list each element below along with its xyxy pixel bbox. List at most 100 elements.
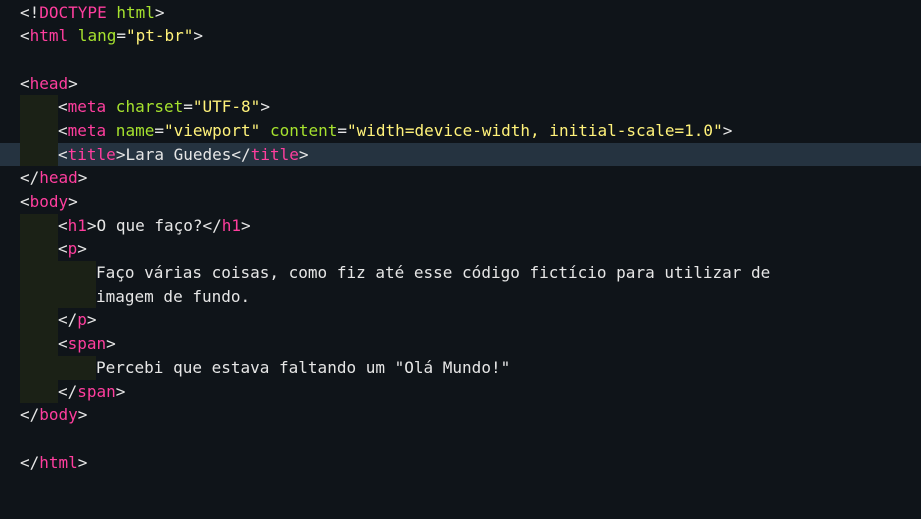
- code-token-tag: body: [29, 192, 69, 211]
- code-token-text: Faço várias coisas, como fiz até esse có…: [96, 263, 771, 283]
- indent-guide: [58, 284, 96, 309]
- code-line[interactable]: <html lang="pt-br">: [0, 24, 921, 48]
- code-token-punc: >: [77, 452, 88, 472]
- code-token-punc: >: [722, 120, 733, 140]
- code-token-tag: h1: [221, 215, 242, 235]
- code-token-punc: =: [183, 97, 193, 117]
- code-token-punc: </: [231, 144, 251, 164]
- code-line[interactable]: <!DOCTYPE html>: [0, 1, 921, 25]
- code-token-text: imagem de fundo.: [96, 286, 251, 306]
- indent-guide: [20, 261, 58, 285]
- code-token-tag: html: [29, 26, 69, 46]
- code-line-text: <!DOCTYPE html>: [20, 1, 165, 25]
- code-line[interactable]: <meta charset="UTF-8">: [0, 95, 921, 119]
- code-token-punc: </: [58, 381, 78, 401]
- indent-guide: [20, 95, 58, 119]
- code-token-punc: <: [58, 97, 68, 117]
- code-token-tag: p: [67, 239, 78, 259]
- code-token-punc: >: [115, 381, 126, 401]
- code-token-punc: >: [154, 2, 165, 22]
- code-token-punc: <: [20, 26, 30, 46]
- code-editor[interactable]: <!DOCTYPE html> <html lang="pt-br"> <head>…: [0, 0, 921, 519]
- code-token-punc: =: [337, 120, 348, 140]
- code-line[interactable]: <h1>O que faço?</h1>: [0, 213, 921, 238]
- code-token-punc: >: [86, 215, 97, 235]
- code-line[interactable]: </body>: [0, 403, 921, 427]
- code-token-punc: <: [58, 215, 68, 235]
- code-line[interactable]: <p>: [0, 237, 921, 262]
- code-line[interactable]: <head>: [0, 72, 921, 96]
- code-line-text: imagem de fundo.: [96, 285, 250, 309]
- code-line[interactable]: </span>: [0, 379, 921, 404]
- code-token-tag: DOCTYPE: [39, 2, 107, 22]
- indent-guide: [20, 284, 58, 309]
- code-token-str: "pt-br": [125, 26, 194, 46]
- code-lines: <!DOCTYPE html> <html lang="pt-br"> <head>…: [0, 1, 921, 475]
- indent-guide: [20, 379, 58, 404]
- code-token-tag: meta: [67, 97, 107, 117]
- code-token-str: "width=device-width, initial-scale=1.0": [347, 120, 723, 140]
- code-token-punc: >: [241, 215, 251, 235]
- code-token-punc: >: [77, 239, 87, 259]
- code-token-punc: <!: [20, 2, 40, 22]
- code-line-text: <span>: [58, 332, 116, 356]
- code-token-tag: span: [67, 334, 107, 354]
- code-line[interactable]: </head>: [0, 166, 921, 190]
- code-token-punc: <: [58, 334, 68, 354]
- code-line[interactable]: [0, 427, 921, 451]
- code-token-text: Lara Guedes: [125, 144, 232, 164]
- code-line-text: </p>: [58, 308, 97, 332]
- code-line-text: </span>: [58, 380, 125, 404]
- code-line-text: <body>: [20, 190, 78, 214]
- code-token-punc: </: [20, 405, 40, 425]
- code-line-text: <meta name="viewport" content="width=dev…: [58, 119, 732, 143]
- code-token-punc: =: [116, 26, 126, 46]
- code-token-tag: head: [39, 168, 78, 188]
- code-line[interactable]: </p>: [0, 308, 921, 333]
- code-token-punc: <: [58, 239, 68, 259]
- code-line[interactable]: <meta name="viewport" content="width=dev…: [0, 118, 921, 143]
- code-token-punc: </: [58, 310, 78, 330]
- code-line[interactable]: Faço várias coisas, como fiz até esse có…: [0, 261, 921, 285]
- code-line-text: <p>: [58, 237, 87, 261]
- code-token-tag: title: [67, 144, 116, 164]
- code-line[interactable]: [0, 48, 921, 72]
- code-token-tag: head: [29, 73, 69, 93]
- code-token-tag: span: [77, 381, 116, 401]
- code-token-punc: >: [298, 144, 309, 164]
- code-line-text: </head>: [20, 166, 87, 190]
- code-token-punc: <: [20, 73, 30, 93]
- code-token-attr: name: [106, 120, 155, 140]
- code-line[interactable]: Percebi que estava faltando um "Olá Mund…: [0, 355, 921, 380]
- code-token-punc: >: [77, 168, 88, 188]
- code-line-text: <html lang="pt-br">: [20, 24, 203, 48]
- indent-guide: [58, 355, 96, 380]
- indent-guide: [20, 118, 58, 143]
- code-token-text: Percebi que estava faltando um "Olá Mund…: [96, 357, 511, 377]
- code-token-str: "UTF-8": [192, 97, 261, 117]
- code-line[interactable]: imagem de fundo.: [0, 284, 921, 309]
- indent-guide: [20, 355, 58, 380]
- code-token-attr: content: [260, 120, 338, 140]
- code-token-punc: >: [77, 405, 88, 425]
- indent-guide: [20, 142, 58, 167]
- code-line-text: <h1>O que faço?</h1>: [58, 214, 251, 238]
- code-line-text: </html>: [20, 451, 87, 475]
- code-line[interactable]: <body>: [0, 190, 921, 214]
- code-line-current[interactable]: <title>Lara Guedes</title>: [0, 142, 921, 167]
- code-token-tag: meta: [67, 120, 107, 140]
- indent-guide: [20, 332, 58, 356]
- code-line[interactable]: </html>: [0, 451, 921, 475]
- code-token-punc: >: [68, 192, 78, 211]
- code-token-punc: =: [154, 120, 164, 140]
- code-token-text: O que faço?: [96, 215, 203, 235]
- code-token-punc: >: [86, 310, 97, 330]
- code-line-text: </body>: [20, 403, 87, 427]
- code-token-punc: </: [20, 168, 40, 188]
- code-token-punc: <: [58, 144, 68, 164]
- indent-guide: [20, 213, 58, 238]
- code-line[interactable]: <span>: [0, 332, 921, 356]
- code-token-tag: body: [39, 405, 78, 425]
- code-token-tag: h1: [67, 215, 87, 235]
- code-token-tag: title: [250, 144, 299, 164]
